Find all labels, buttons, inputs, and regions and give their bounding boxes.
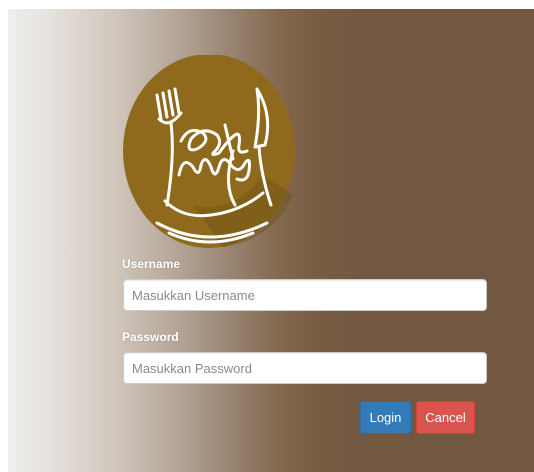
cancel-button[interactable]: Cancel xyxy=(416,401,475,434)
username-input[interactable] xyxy=(123,279,487,311)
password-label: Password xyxy=(122,330,179,344)
login-panel: Username Password Login Cancel xyxy=(8,9,534,472)
username-label: Username xyxy=(122,257,181,271)
login-button[interactable]: Login xyxy=(360,401,411,434)
eat-me-logo xyxy=(123,55,295,248)
password-input[interactable] xyxy=(123,352,487,384)
login-page: Username Password Login Cancel xyxy=(0,0,534,472)
